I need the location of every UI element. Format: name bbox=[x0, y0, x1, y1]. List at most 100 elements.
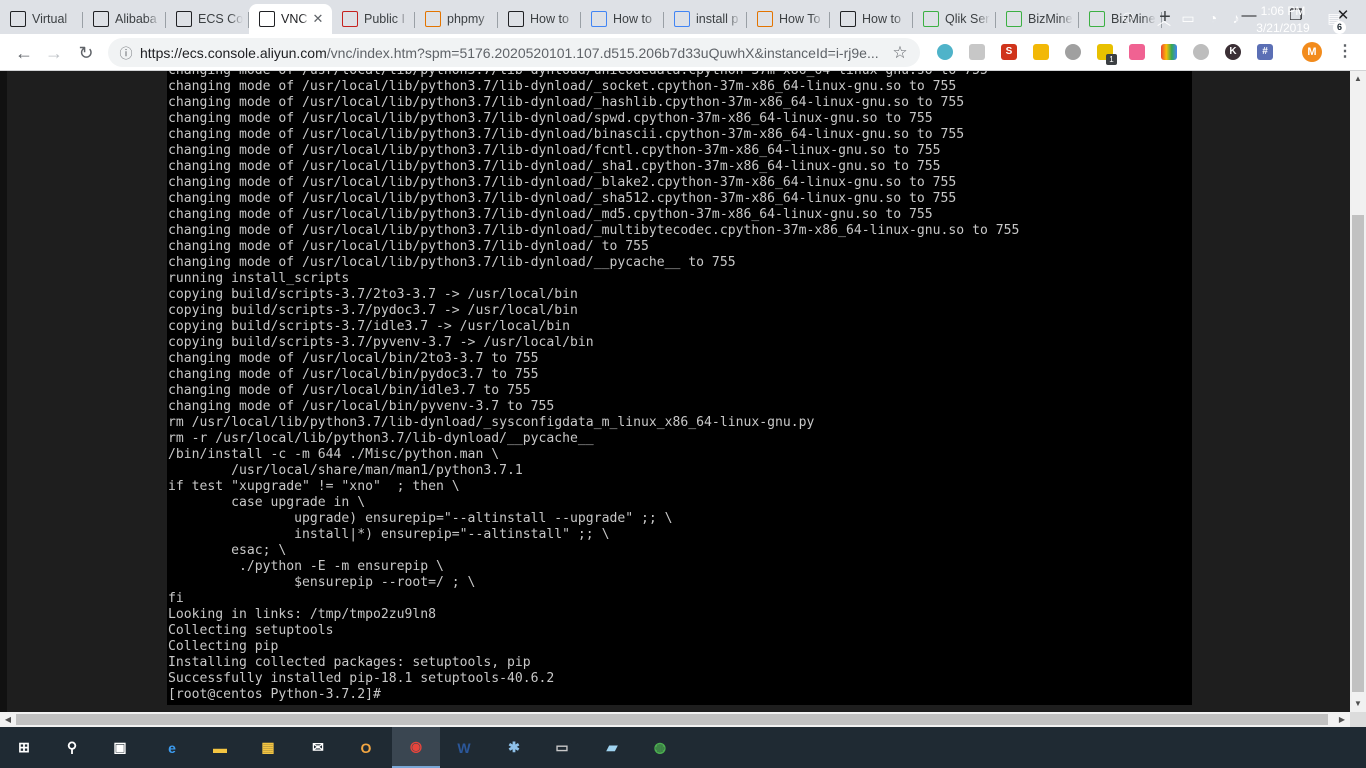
tab-title: How to bbox=[530, 12, 569, 26]
extension-4-icon[interactable] bbox=[1033, 44, 1049, 60]
browser-tab[interactable]: Public I bbox=[332, 4, 415, 34]
globe-app-taskbar-button[interactable]: ◍ bbox=[636, 727, 684, 768]
horizontal-scrollbar[interactable]: ◀ ▶ bbox=[0, 712, 1350, 727]
globe-app-icon: ◍ bbox=[653, 739, 667, 755]
extension-10-icon[interactable]: K bbox=[1225, 44, 1241, 60]
browser-tab[interactable]: BizMine bbox=[996, 4, 1079, 34]
terminal-line: [root@centos Python-3.7.2]# bbox=[168, 687, 381, 702]
terminal-line: fi bbox=[168, 591, 184, 606]
extension-badge: 1 bbox=[1106, 54, 1117, 65]
browser-tab[interactable]: phpmy bbox=[415, 4, 498, 34]
profile-avatar[interactable]: M bbox=[1302, 42, 1322, 62]
bookmark-star-icon[interactable]: ☆ bbox=[886, 43, 914, 63]
forward-button[interactable]: → bbox=[40, 39, 68, 67]
browser-menu-icon[interactable]: ⋮ bbox=[1335, 40, 1355, 64]
cloud-console-icon bbox=[93, 11, 109, 27]
chrome-taskbar-button[interactable]: ◉ bbox=[392, 727, 440, 768]
extension-9-icon[interactable] bbox=[1193, 44, 1209, 60]
word-taskbar-button[interactable]: W bbox=[440, 727, 488, 768]
extension-1-icon[interactable] bbox=[937, 44, 953, 60]
close-tab-icon[interactable]: ✕ bbox=[310, 11, 326, 27]
horizontal-scroll-thumb[interactable] bbox=[16, 714, 1328, 725]
file-explorer-taskbar-button[interactable]: ▬ bbox=[196, 727, 244, 768]
start-button-taskbar-button[interactable]: ⊞ bbox=[0, 727, 48, 768]
terminal-line: rm -r /usr/local/lib/python3.7/lib-dynlo… bbox=[168, 431, 594, 446]
scroll-down-arrow-icon[interactable]: ▼ bbox=[1350, 696, 1366, 712]
file-explorer-icon: ▬ bbox=[213, 739, 227, 756]
cloud-console-icon bbox=[259, 11, 275, 27]
notes-icon: ▰ bbox=[606, 739, 618, 755]
search-taskbar-button[interactable]: ⚲ bbox=[48, 727, 96, 768]
vertical-scroll-thumb[interactable] bbox=[1352, 215, 1364, 692]
terminal-line: changing mode of /usr/local/lib/python3.… bbox=[168, 71, 1019, 79]
people-icon[interactable]: ⚇ bbox=[1118, 10, 1138, 27]
outlook-taskbar-button[interactable]: O bbox=[342, 727, 390, 768]
reload-button[interactable]: ↻ bbox=[72, 39, 100, 67]
google-icon bbox=[674, 11, 690, 27]
show-hidden-icons-icon[interactable]: ︿ bbox=[1154, 10, 1174, 30]
notes-taskbar-button[interactable]: ▰ bbox=[588, 727, 636, 768]
browser-tab[interactable]: Alibaba bbox=[83, 4, 166, 34]
system-clock[interactable]: 1:06 PM 3/21/2019 bbox=[1238, 3, 1328, 37]
tab-title: How To bbox=[779, 12, 821, 26]
browser-tab[interactable]: How to bbox=[830, 4, 913, 34]
network-app-taskbar-button[interactable]: ✱ bbox=[490, 727, 538, 768]
terminal-line: ./python -E -m ensurepip \ bbox=[168, 559, 444, 574]
chrome-icon: ◉ bbox=[409, 738, 423, 754]
store-taskbar-button[interactable]: ▦ bbox=[244, 727, 292, 768]
terminal-line: running install_scripts bbox=[168, 271, 350, 286]
cloud-console-icon bbox=[10, 11, 26, 27]
browser-tab[interactable]: How to bbox=[498, 4, 581, 34]
vnc-console[interactable]: changing mode of /usr/local/lib/python3.… bbox=[167, 71, 1192, 705]
browser-tab[interactable]: How to bbox=[581, 4, 664, 34]
extension-8-icon[interactable] bbox=[1161, 44, 1177, 60]
terminal-line: if test "xupgrade" != "xno" ; then \ bbox=[168, 479, 460, 494]
extension-5-icon[interactable] bbox=[1065, 44, 1081, 60]
url-text[interactable]: https://ecs.console.aliyun.com/vnc/index… bbox=[140, 45, 886, 61]
browser-tab[interactable]: VNC ✕ bbox=[249, 4, 332, 34]
scroll-left-arrow-icon[interactable]: ◀ bbox=[0, 712, 16, 727]
terminal-line: changing mode of /usr/local/lib/python3.… bbox=[168, 127, 965, 142]
edge-taskbar-button[interactable]: e bbox=[148, 727, 196, 768]
scroll-up-arrow-icon[interactable]: ▲ bbox=[1350, 71, 1366, 87]
browser-tab[interactable]: Qlik Ser bbox=[913, 4, 996, 34]
battery-icon[interactable]: ▭ bbox=[1178, 10, 1198, 27]
browser-tab[interactable]: How To bbox=[747, 4, 830, 34]
notification-center-icon[interactable]: ▤ 6 bbox=[1322, 10, 1346, 34]
back-button[interactable]: ← bbox=[10, 39, 38, 67]
terminal-line: changing mode of /usr/local/bin/pyvenv-3… bbox=[168, 399, 555, 414]
scroll-right-arrow-icon[interactable]: ▶ bbox=[1334, 712, 1350, 727]
scrollbar-corner bbox=[1350, 712, 1366, 727]
wifi-icon[interactable]: ◔ bbox=[1203, 10, 1223, 26]
terminal-taskbar-button[interactable]: ▭ bbox=[538, 727, 586, 768]
address-bar[interactable]: ⓘ https://ecs.console.aliyun.com/vnc/ind… bbox=[108, 38, 920, 67]
terminal-line: changing mode of /usr/local/lib/python3.… bbox=[168, 143, 941, 158]
terminal-output[interactable]: changing mode of /usr/local/lib/python3.… bbox=[168, 71, 1019, 703]
terminal-line: changing mode of /usr/local/bin/pydoc3.7… bbox=[168, 367, 539, 382]
extension-3-icon[interactable]: S bbox=[1001, 44, 1017, 60]
terminal-line: changing mode of /usr/local/bin/idle3.7 … bbox=[168, 383, 531, 398]
vnc-viewport[interactable]: changing mode of /usr/local/lib/python3.… bbox=[7, 71, 1350, 712]
tab-title: Qlik Ser bbox=[945, 12, 990, 26]
browser-toolbar: ← → ↻ ⓘ https://ecs.console.aliyun.com/v… bbox=[0, 34, 1366, 71]
extension-2-icon[interactable] bbox=[969, 44, 985, 60]
vertical-scrollbar[interactable]: ▲ ▼ bbox=[1350, 71, 1366, 712]
r-icon bbox=[508, 11, 524, 27]
extension-7-icon[interactable] bbox=[1129, 44, 1145, 60]
terminal-line: changing mode of /usr/local/lib/python3.… bbox=[168, 223, 1020, 238]
windows-taskbar: ⊞ ⚲ ▣ e ▬ ▦ ✉ O ◉ W ✱ ▭ ▰ ◍ bbox=[0, 727, 1366, 768]
extension-11-icon[interactable]: # bbox=[1257, 44, 1273, 60]
browser-tab[interactable]: ECS Co bbox=[166, 4, 249, 34]
digital-ocean-icon bbox=[757, 11, 773, 27]
network-app-icon: ✱ bbox=[508, 739, 520, 755]
terminal-line: changing mode of /usr/local/lib/python3.… bbox=[168, 175, 957, 190]
tab-title: install p bbox=[696, 12, 739, 26]
terminal-icon: ▭ bbox=[555, 739, 569, 755]
browser-tab[interactable]: Virtual bbox=[0, 4, 83, 34]
site-info-icon[interactable]: ⓘ bbox=[112, 43, 140, 62]
task-view-taskbar-button[interactable]: ▣ bbox=[96, 727, 144, 768]
mail-taskbar-button[interactable]: ✉ bbox=[294, 727, 342, 768]
terminal-line: case upgrade in \ bbox=[168, 495, 366, 510]
browser-tab[interactable]: install p bbox=[664, 4, 747, 34]
document-icon bbox=[342, 11, 358, 27]
